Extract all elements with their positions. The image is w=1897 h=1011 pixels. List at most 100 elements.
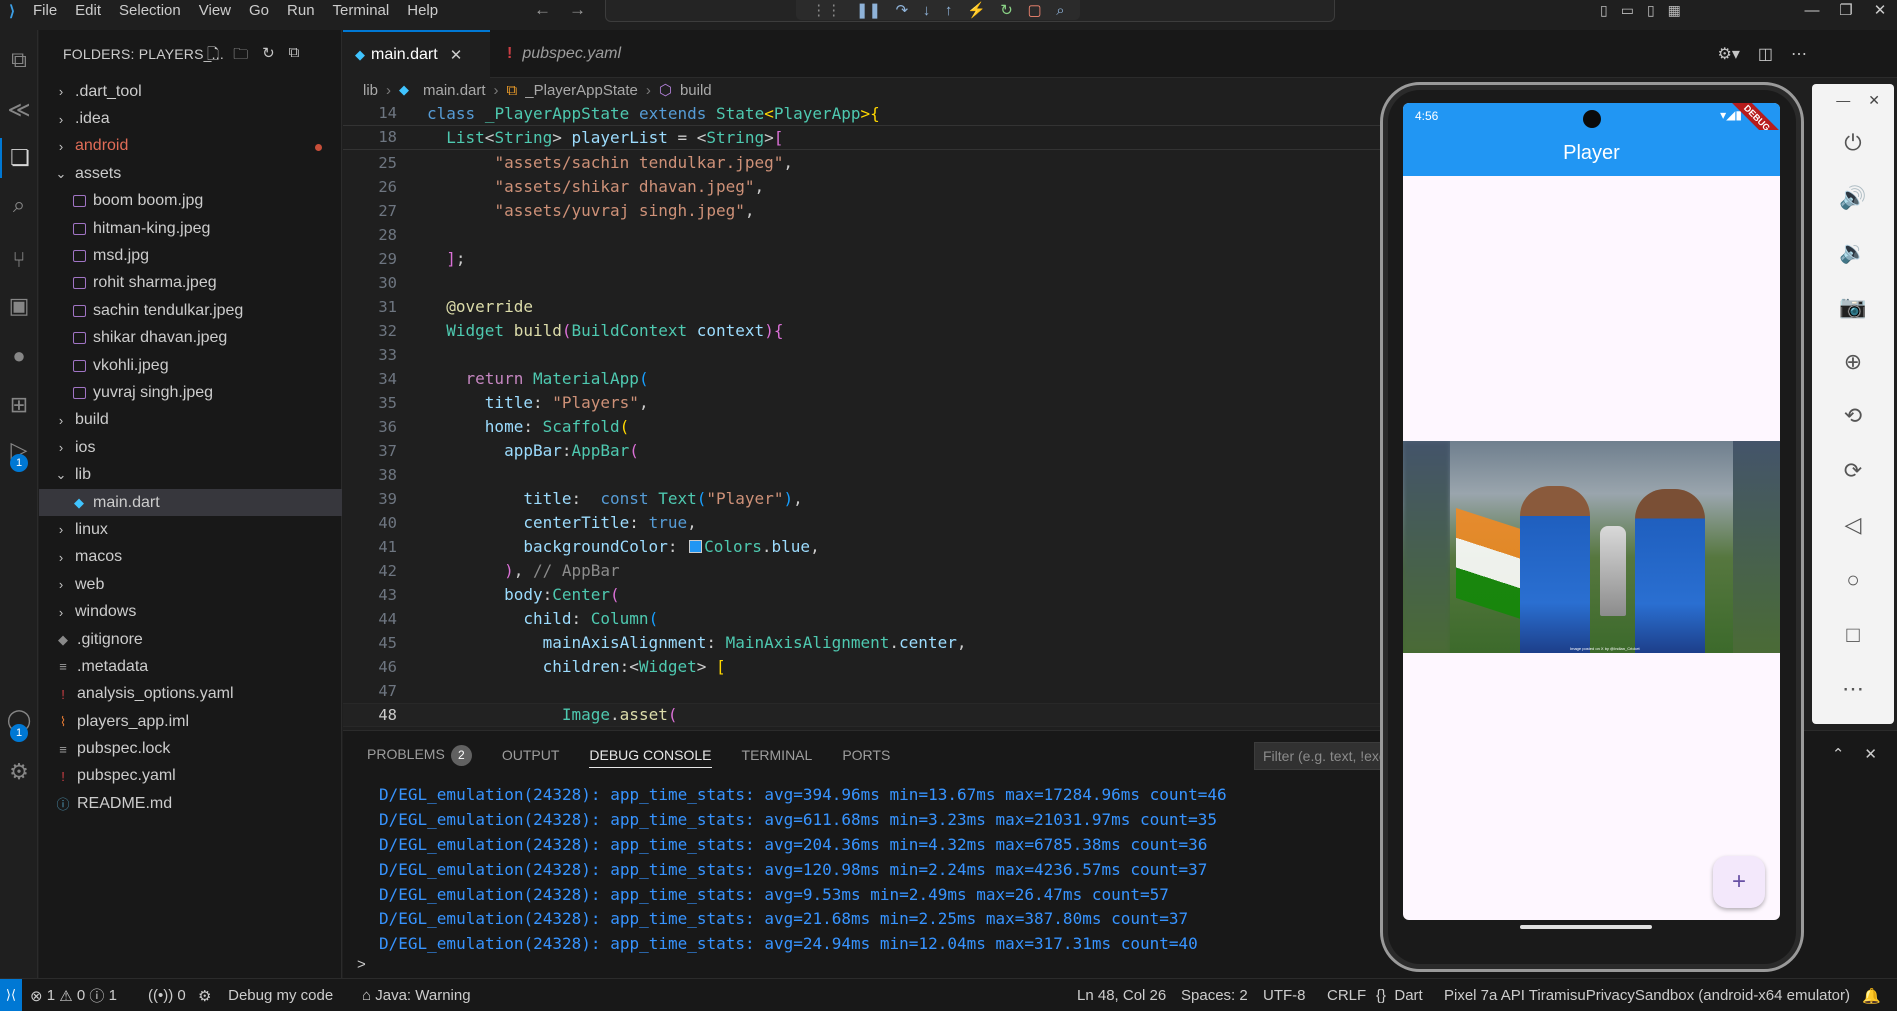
zoom-icon[interactable]: ⊕	[1812, 334, 1894, 389]
encoding[interactable]: UTF-8	[1263, 979, 1306, 1011]
console-prompt[interactable]: >	[357, 956, 366, 973]
tree-item[interactable]: ◆ .gitignore	[39, 626, 342, 653]
step-over-icon[interactable]: ↷	[896, 1, 909, 19]
debug-status[interactable]: ⚙ Debug my code	[198, 979, 333, 1011]
collapse-all-icon[interactable]: ⧉	[289, 44, 300, 69]
toggle-panel-icon[interactable]: ▭	[1621, 0, 1634, 20]
tree-item[interactable]: sachin tendulkar.jpeg	[39, 297, 342, 324]
tree-item[interactable]: › windows	[39, 598, 342, 625]
remote-indicator-icon[interactable]: ⟩⟨	[0, 978, 22, 1011]
tab-terminal[interactable]: TERMINAL	[742, 747, 813, 763]
phone-screen[interactable]: 4:56 ▾◢▮ DEBUG Player Image posted on X …	[1403, 103, 1780, 920]
tree-item[interactable]: › .dart_tool	[39, 78, 342, 105]
tree-item[interactable]: ≡ pubspec.lock	[39, 735, 342, 762]
menu-edit[interactable]: Edit	[66, 0, 110, 22]
hot-reload-icon[interactable]: ⚡	[967, 1, 986, 19]
volume-down-icon[interactable]: 🔉	[1812, 225, 1894, 280]
camera-icon[interactable]: 📷	[1812, 280, 1894, 335]
indentation[interactable]: Spaces: 2	[1181, 979, 1248, 1011]
forward-arrow-icon[interactable]: →	[569, 0, 586, 20]
remote-explorer-icon[interactable]: ▣	[0, 286, 38, 326]
more-actions-icon[interactable]: ⋯	[1791, 44, 1807, 64]
rotate-right-icon[interactable]: ⟳	[1812, 444, 1894, 499]
minimize-icon[interactable]: —	[1795, 2, 1829, 19]
new-file-icon[interactable]: 🗋	[207, 44, 219, 69]
menu-run[interactable]: Run	[278, 0, 324, 22]
drag-handle-icon[interactable]: ⋮⋮	[811, 1, 841, 19]
maximize-panel-icon[interactable]: ⌃	[1832, 745, 1845, 763]
tab-main-dart[interactable]: ◆ main.dart ✕	[343, 30, 490, 78]
explorer-icon[interactable]: ❏	[0, 138, 38, 178]
code-editor[interactable]: 14 class _PlayerAppState extends State<Pl…	[343, 102, 1383, 730]
back-icon[interactable]: ◁	[1812, 498, 1894, 553]
tree-item[interactable]: rohit sharma.jpeg	[39, 270, 342, 297]
cursor-position[interactable]: Ln 48, Col 26	[1077, 979, 1166, 1011]
tree-item[interactable]: ⌇ players_app.iml	[39, 708, 342, 735]
tree-item[interactable]: › macos	[39, 544, 342, 571]
restart-icon[interactable]: ↻	[1000, 1, 1013, 19]
problems-status[interactable]: ⊗ 1 ⚠ 0 ⓘ 1	[30, 979, 117, 1011]
line-ending[interactable]: CRLF	[1327, 979, 1366, 1011]
tree-item[interactable]: ⓘ README.md	[39, 790, 342, 817]
step-into-icon[interactable]: ↓	[923, 2, 931, 19]
tree-item[interactable]: › build	[39, 407, 342, 434]
new-folder-icon[interactable]: 🗀	[233, 44, 248, 69]
run-debug-dropdown-icon[interactable]: ⚙▾	[1718, 44, 1740, 64]
devtools-icon[interactable]: ⌕	[1056, 2, 1064, 19]
tree-item[interactable]: › ios	[39, 434, 342, 461]
tree-item[interactable]: ! analysis_options.yaml	[39, 681, 342, 708]
source-control-icon[interactable]: ⑂	[0, 240, 38, 280]
home-indicator[interactable]	[1520, 925, 1652, 929]
notifications-icon[interactable]: 🔔	[1862, 979, 1881, 1011]
back-arrow-icon[interactable]: ←	[534, 0, 551, 20]
flutter-icon[interactable]: ≪	[0, 90, 38, 130]
rotate-left-icon[interactable]: ⟲	[1812, 389, 1894, 444]
split-editor-icon[interactable]: ◫	[1758, 44, 1773, 64]
tree-item[interactable]: boom boom.jpg	[39, 188, 342, 215]
github-icon[interactable]: ●	[0, 336, 38, 376]
close-icon[interactable]: ✕	[450, 46, 463, 64]
power-icon[interactable]: ⏻	[1812, 116, 1894, 171]
device-selector[interactable]: Pixel 7a API TiramisuPrivacySandbox (and…	[1444, 979, 1850, 1011]
extensions-icon[interactable]: ⊞	[0, 385, 38, 425]
toggle-secondary-sidebar-icon[interactable]: ▯	[1647, 0, 1655, 20]
restore-icon[interactable]: ❐	[1829, 1, 1863, 19]
add-fab-button[interactable]: +	[1713, 856, 1765, 908]
tree-item[interactable]: msd.jpg	[39, 242, 342, 269]
java-status[interactable]: ⌂ Java: Warning	[362, 979, 471, 1011]
language-mode[interactable]: {} Dart	[1376, 979, 1423, 1011]
tab-debug-console[interactable]: DEBUG CONSOLE	[589, 747, 712, 768]
customize-layout-icon[interactable]: ▦	[1668, 0, 1681, 20]
menu-help[interactable]: Help	[398, 0, 447, 22]
close-window-icon[interactable]: ✕	[1863, 1, 1897, 19]
tree-item[interactable]: hitman-king.jpeg	[39, 215, 342, 242]
pause-icon[interactable]: ❚❚	[856, 1, 881, 19]
tree-item[interactable]: ⌄ lib	[39, 461, 342, 488]
tree-item[interactable]: yuvraj singh.jpeg	[39, 379, 342, 406]
close-emulator-icon[interactable]: ✕	[1868, 92, 1880, 109]
tree-item[interactable]: shikar dhavan.jpeg	[39, 325, 342, 352]
menu-file[interactable]: File	[24, 0, 66, 22]
more-icon[interactable]: ⋯	[1812, 662, 1894, 717]
breadcrumb-item[interactable]: _PlayerAppState	[525, 82, 638, 99]
tree-item[interactable]: ≡ .metadata	[39, 653, 342, 680]
breadcrumb-item[interactable]: main.dart	[423, 82, 486, 99]
menu-terminal[interactable]: Terminal	[324, 0, 399, 22]
tab-pubspec-yaml[interactable]: ! pubspec.yaml	[495, 30, 645, 78]
tab-ports[interactable]: PORTS	[842, 747, 890, 763]
stop-icon[interactable]: ▢	[1027, 1, 1041, 19]
home-icon[interactable]: ○	[1812, 553, 1894, 608]
explorer-files-icon[interactable]: ⧉	[0, 40, 38, 80]
volume-up-icon[interactable]: 🔊	[1812, 171, 1894, 226]
breadcrumb-item[interactable]: lib	[363, 82, 378, 99]
tree-item[interactable]: vkohli.jpeg	[39, 352, 342, 379]
close-panel-icon[interactable]: ✕	[1864, 745, 1877, 763]
refresh-icon[interactable]: ↻	[262, 44, 275, 69]
menu-selection[interactable]: Selection	[110, 0, 190, 22]
tree-item[interactable]: › linux	[39, 516, 342, 543]
tree-item[interactable]: › web	[39, 571, 342, 598]
step-out-icon[interactable]: ↑	[945, 2, 953, 19]
tab-problems[interactable]: PROBLEMS 2	[367, 744, 472, 766]
menu-view[interactable]: View	[190, 0, 240, 22]
search-icon[interactable]: ⌕	[0, 185, 38, 225]
